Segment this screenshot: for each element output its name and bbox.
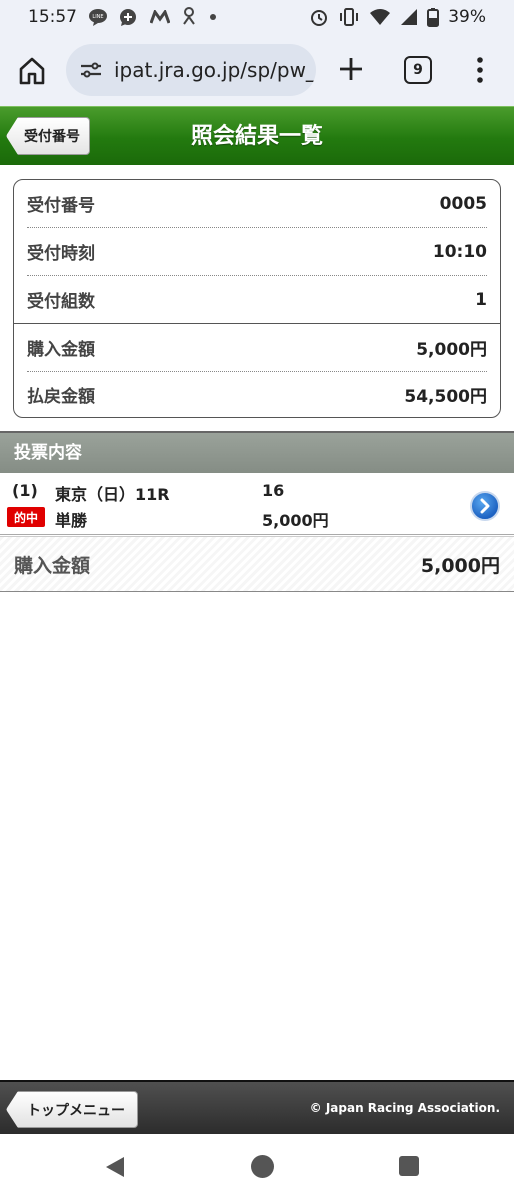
summary-row-receipt-number: 受付番号 0005	[27, 180, 487, 227]
app-figure-icon	[181, 7, 197, 27]
summary-label: 購入金額	[27, 340, 95, 360]
signal-icon	[400, 8, 418, 26]
vibrate-icon	[338, 7, 360, 27]
status-left: 15:57 LINE	[28, 7, 218, 27]
summary-row-receipt-time: 受付時刻 10:10	[27, 228, 487, 275]
home-icon	[19, 57, 45, 85]
navigation-bar	[0, 1134, 514, 1199]
summary-label: 払戻金額	[27, 387, 95, 407]
total-value: 5,000円	[420, 554, 500, 577]
new-tab-button[interactable]	[336, 54, 366, 84]
summary-row-payout-amount: 払戻金額 54,500円	[27, 371, 487, 417]
line-icon: LINE	[88, 8, 108, 26]
nav-recents-button[interactable]	[399, 1156, 419, 1176]
bet-number: (1)	[12, 481, 38, 500]
summary-label: 受付時刻	[27, 244, 95, 264]
summary-value: 1	[475, 289, 487, 310]
address-bar[interactable]: ipat.jra.go.jp/sp/pw_7	[66, 44, 316, 96]
url-text[interactable]: ipat.jra.go.jp/sp/pw_7	[114, 58, 316, 82]
total-bar: 購入金額 5,000円	[0, 536, 514, 592]
summary-label: 受付番号	[27, 196, 95, 216]
plus-icon	[340, 58, 362, 80]
chevron-right-icon	[480, 498, 490, 514]
detail-button[interactable]	[470, 491, 500, 521]
more-vert-icon	[477, 57, 483, 83]
dot-icon	[208, 12, 218, 22]
triangle-back-icon	[106, 1157, 124, 1177]
summary-row-purchase-amount: 購入金額 5,000円	[27, 324, 487, 371]
footer-bar: トップメニュー © Japan Racing Association.	[0, 1080, 514, 1134]
tab-switcher-button[interactable]: 9	[404, 56, 432, 84]
battery-icon	[427, 7, 440, 27]
bet-horse-number: 16	[262, 481, 285, 500]
status-bar: 15:57 LINE 39%	[0, 0, 514, 34]
clock: 15:57	[28, 7, 77, 27]
home-button[interactable]	[16, 55, 48, 87]
svg-text:LINE: LINE	[92, 14, 103, 20]
chat-bubble-icon	[119, 8, 139, 26]
bet-type: 単勝	[55, 511, 88, 530]
section-title-bet-details: 投票内容	[0, 431, 514, 473]
wifi-icon	[369, 8, 391, 26]
summary-box: 受付番号 0005 受付時刻 10:10 受付組数 1 購入金額 5,000円 …	[13, 179, 501, 418]
app-m-icon	[150, 10, 170, 24]
summary-label: 受付組数	[27, 292, 95, 312]
site-settings-icon[interactable]	[78, 57, 104, 83]
total-label: 購入金額	[14, 554, 91, 577]
back-button[interactable]: 受付番号	[6, 117, 90, 155]
summary-row-set-count: 受付組数 1	[27, 276, 487, 323]
nav-home-button[interactable]	[251, 1155, 274, 1178]
bet-row[interactable]: (1) 東京（日）11R 16 的中 単勝 5,000円	[0, 473, 514, 535]
summary-value: 54,500円	[404, 387, 487, 407]
hit-badge: 的中	[7, 507, 45, 527]
screen: 15:57 LINE 39% ipat.jra.go.jp/sp/pw_7 9 …	[0, 0, 514, 1199]
bet-race: 東京（日）11R	[55, 485, 170, 504]
page-header: 照会結果一覧 受付番号	[0, 106, 514, 165]
copyright-text: © Japan Racing Association.	[309, 1101, 500, 1115]
nav-back-button[interactable]	[104, 1155, 126, 1183]
status-right: 39%	[309, 7, 486, 27]
summary-value: 10:10	[432, 241, 487, 262]
alarm-icon	[309, 7, 329, 27]
browser-toolbar: ipat.jra.go.jp/sp/pw_7 9	[0, 34, 514, 106]
battery-percent: 39%	[448, 7, 486, 27]
summary-value: 5,000円	[416, 340, 487, 360]
bet-amount: 5,000円	[262, 511, 329, 530]
summary-value: 0005	[439, 193, 487, 214]
browser-menu-button[interactable]	[470, 54, 490, 86]
top-menu-button[interactable]: トップメニュー	[6, 1091, 138, 1128]
